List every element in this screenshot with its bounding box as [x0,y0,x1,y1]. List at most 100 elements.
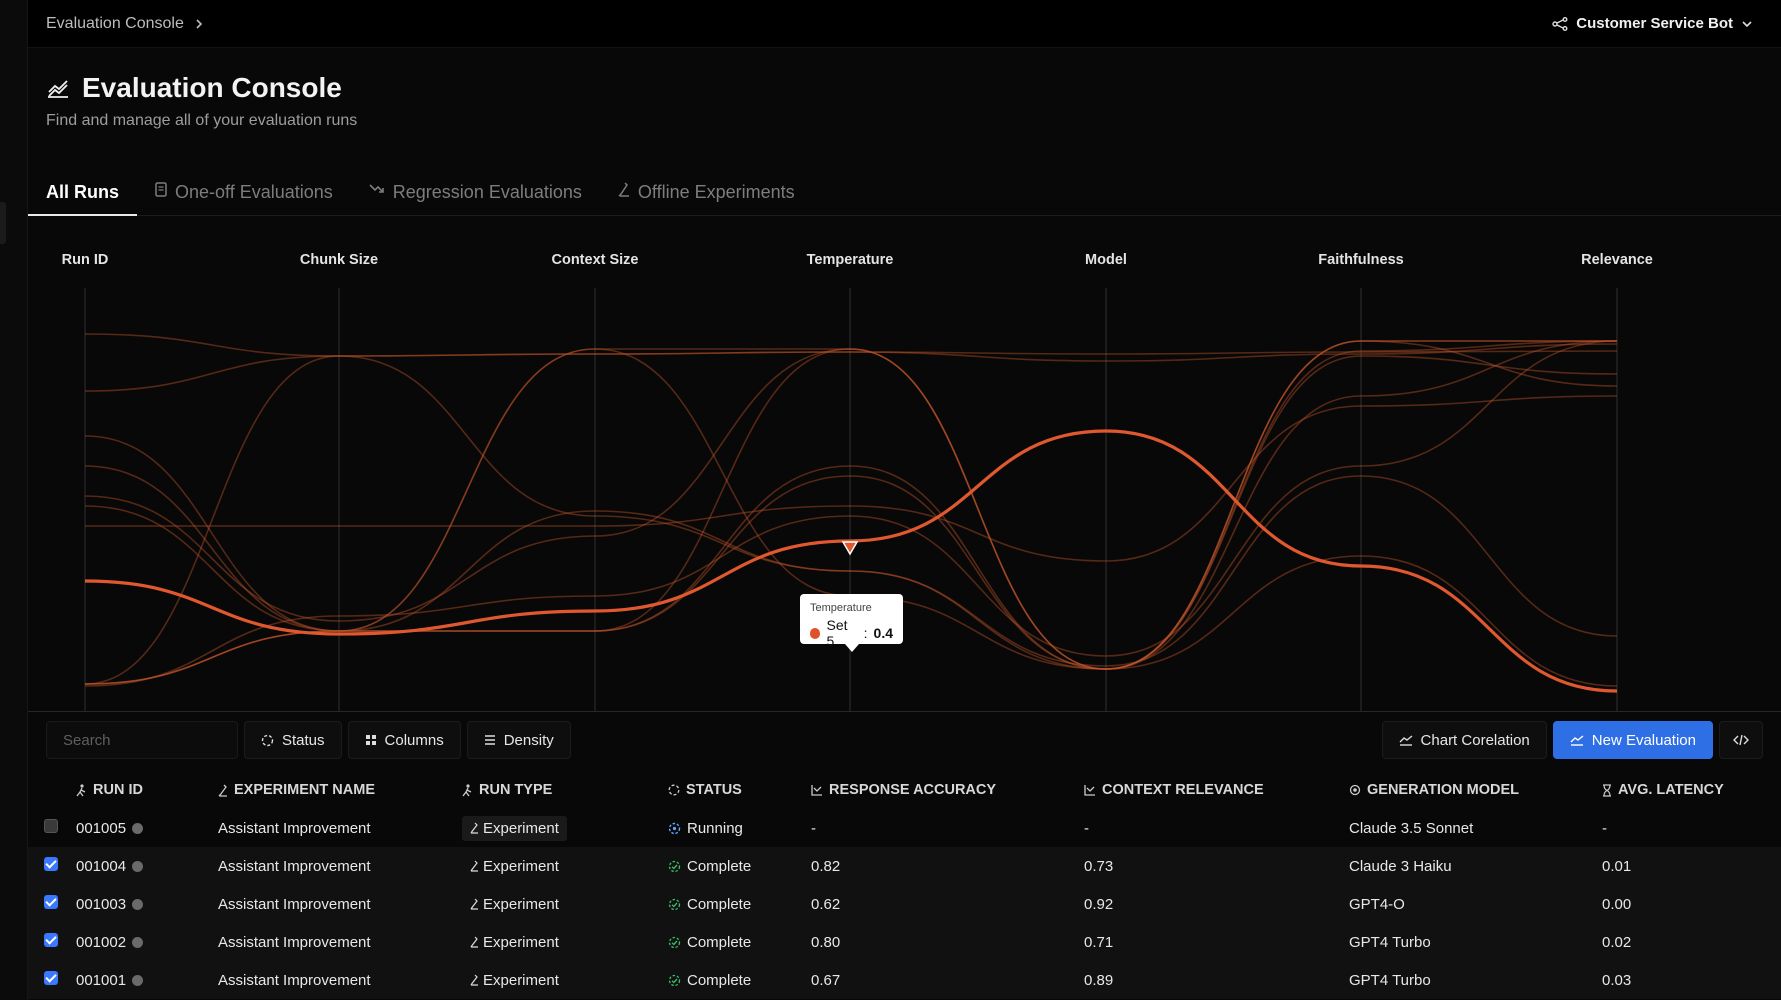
new-evaluation-button[interactable]: New Evaluation [1552,721,1713,759]
tab-label: Offline Experiments [637,182,795,202]
flask-icon [470,936,479,948]
tooltip-axis: Temperature [810,602,872,614]
chevron-down-icon [1741,19,1753,29]
context-relevance: - [1084,819,1089,837]
avg-latency: 0.01 [1602,847,1781,885]
share-nodes-icon [1552,16,1568,31]
run-type-chip: Experiment [462,968,567,993]
parallel-coordinates-svg[interactable]: Run ID Chunk Size Context Size Temperature M… [28,216,1781,712]
chart-correlation-button[interactable]: Chart Corelation [1381,721,1547,759]
tooltip-value: 0.4 [873,625,893,641]
chevron-right-icon [194,18,204,30]
run-type-chip: Experiment [462,815,567,841]
experiment-name: Assistant Improvement [218,923,462,961]
running-status-icon [668,822,681,835]
tab-label: One-off Evaluations [175,182,333,202]
columns-button[interactable]: Columns [347,721,461,759]
row-checkbox[interactable] [44,895,58,909]
context-relevance: 0.89 [1084,961,1349,999]
chart-line-icon [46,77,70,99]
check-circle-icon [668,936,681,949]
info-icon[interactable] [132,974,144,986]
col-header-context-relevance[interactable]: CONTEXT RELEVANCE [1084,771,1349,809]
runner-icon [462,783,473,797]
status-text: Complete [687,933,752,951]
bot-selector[interactable]: Customer Service Bot [1552,15,1753,32]
info-icon[interactable] [132,936,144,948]
info-icon[interactable] [132,860,144,872]
col-header-run-id[interactable]: RUN ID [76,771,218,809]
table-row[interactable]: 001002 Assistant Improvement Experiment … [28,923,1781,961]
col-header-generation-model[interactable]: GENERATION MODEL [1349,771,1602,809]
info-icon[interactable] [132,898,144,910]
response-accuracy: - [811,819,816,837]
table-row[interactable]: 001001 Assistant Improvement Experiment … [28,961,1781,999]
hourglass-icon [1602,783,1612,797]
density-button[interactable]: Density [466,721,571,759]
bot-selector-label: Customer Service Bot [1576,15,1733,32]
col-header-status[interactable]: STATUS [668,771,811,809]
row-checkbox[interactable] [44,971,58,985]
tooltip-series: Set 5 [826,617,848,649]
run-type-chip: Experiment [462,892,567,917]
generation-model: GPT4 Turbo [1349,961,1602,999]
tab-bar: All Runs One-off Evaluations Regression … [28,168,1781,216]
runner-icon [76,783,87,797]
topbar: Evaluation Console Customer Service Bot [28,0,1781,48]
left-rail [0,0,28,1000]
run-id: 001002 [76,933,127,951]
axis-label: Chunk Size [300,252,378,268]
generation-model: GPT4 Turbo [1349,923,1602,961]
chart-correlation-label: Chart Corelation [1420,731,1530,749]
chart-tooltip: Temperature Set 5: 0.4 [800,594,903,652]
flask-icon [218,784,228,797]
rail-handle[interactable] [0,202,6,244]
response-accuracy: 0.62 [811,885,1084,923]
row-checkbox[interactable] [44,933,58,947]
status-filter-button[interactable]: Status [244,721,342,759]
flask-icon [618,182,630,197]
tab-label: Regression Evaluations [392,182,582,202]
list-icon [484,734,496,746]
table-row[interactable]: 001004 Assistant Improvement Experiment … [28,847,1781,885]
breadcrumb[interactable]: Evaluation Console [46,15,204,33]
axis-label: Run ID [62,252,109,268]
tab-one-off-evaluations[interactable]: One-off Evaluations [137,168,351,216]
code-button[interactable] [1719,721,1763,759]
page-subtitle: Find and manage all of your evaluation r… [46,112,358,129]
axis-label: Relevance [1581,252,1653,268]
context-relevance: 0.73 [1084,847,1349,885]
check-circle-icon [668,898,681,911]
col-header-run-type[interactable]: RUN TYPE [462,771,668,809]
parallel-coordinates-chart[interactable]: Run ID Chunk Size Context Size Temperature M… [28,216,1781,712]
series-line-highlight[interactable] [84,429,1618,693]
flask-icon [470,822,479,834]
row-checkbox[interactable] [44,857,58,871]
series-marker[interactable] [841,541,859,556]
page-title: Evaluation Console [82,72,342,103]
col-header-experiment-name[interactable]: EXPERIMENT NAME [218,771,462,809]
avg-latency: - [1602,819,1607,837]
tooltip-series-dot [810,627,821,639]
breadcrumb-label[interactable]: Evaluation Console [46,15,184,33]
search-input[interactable] [46,721,238,759]
tab-all-runs[interactable]: All Runs [28,168,138,216]
table-row[interactable]: 001003 Assistant Improvement Experiment … [28,885,1781,923]
run-id: 001005 [76,819,127,837]
main-content: Evaluation Console Find and manage all o… [28,48,1781,1000]
run-type-chip: Experiment [462,854,567,879]
response-accuracy: 0.82 [811,847,1084,885]
col-header-avg-latency[interactable]: AVG. LATENCY [1602,771,1781,809]
table-row[interactable]: 001005 Assistant Improvement Experiment … [28,809,1781,847]
tab-offline-experiments[interactable]: Offline Experiments [600,168,813,216]
status-text: Complete [687,971,752,989]
experiment-name: Assistant Improvement [218,819,371,837]
document-icon [155,182,167,197]
axis-label: Faithfulness [1318,252,1403,268]
tab-regression-evaluations[interactable]: Regression Evaluations [351,168,600,216]
run-id: 001001 [76,971,127,989]
row-checkbox[interactable] [44,819,58,833]
info-icon[interactable] [132,822,144,834]
flask-icon [470,974,479,986]
col-header-response-accuracy[interactable]: RESPONSE ACCURACY [811,771,1084,809]
